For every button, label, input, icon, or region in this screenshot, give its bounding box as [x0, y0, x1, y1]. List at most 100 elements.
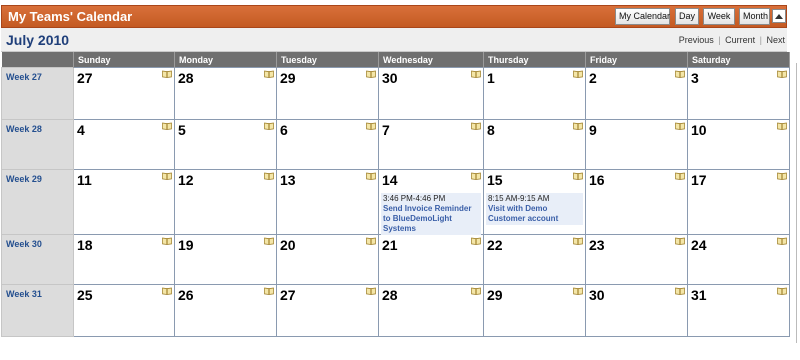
day-cell[interactable]: 17 [687, 169, 790, 235]
day-number[interactable]: 8 [487, 122, 495, 138]
book-icon[interactable] [366, 122, 376, 130]
book-icon[interactable] [675, 172, 685, 180]
book-icon[interactable] [777, 172, 787, 180]
day-cell[interactable]: 25 [73, 284, 175, 337]
chevron-up-icon[interactable] [772, 9, 786, 23]
week-link[interactable]: Week 29 [2, 170, 73, 184]
day-number[interactable]: 4 [77, 122, 85, 138]
book-icon[interactable] [366, 237, 376, 245]
event-title-link[interactable]: Visit with Demo Customer account [488, 204, 581, 224]
book-icon[interactable] [573, 172, 583, 180]
day-cell[interactable]: 31 [687, 284, 790, 337]
day-number[interactable]: 20 [280, 237, 296, 253]
day-number[interactable]: 3 [691, 70, 699, 86]
day-number[interactable]: 1 [487, 70, 495, 86]
day-cell[interactable]: 28 [174, 67, 277, 120]
book-icon[interactable] [366, 287, 376, 295]
day-cell[interactable]: 3 [687, 67, 790, 120]
day-number[interactable]: 28 [382, 287, 398, 303]
day-cell[interactable]: 30 [378, 67, 484, 120]
day-cell[interactable]: 22 [483, 234, 586, 285]
book-icon[interactable] [573, 70, 583, 78]
current-link[interactable]: Current [725, 35, 755, 45]
day-cell[interactable]: 29 [483, 284, 586, 337]
day-number[interactable]: 11 [77, 172, 92, 188]
day-cell[interactable]: 28 [378, 284, 484, 337]
week-link[interactable]: Week 31 [2, 285, 73, 299]
calendar-event[interactable]: 8:15 AM-9:15 AM Visit with Demo Customer … [486, 193, 583, 225]
day-number[interactable]: 25 [77, 287, 93, 303]
day-number[interactable]: 10 [691, 122, 707, 138]
month-view-button[interactable]: Month [739, 8, 770, 25]
day-cell[interactable]: 8 [483, 119, 586, 170]
week-view-button[interactable]: Week [703, 8, 735, 25]
day-number[interactable]: 14 [382, 172, 398, 188]
book-icon[interactable] [471, 70, 481, 78]
book-icon[interactable] [162, 70, 172, 78]
day-number[interactable]: 26 [178, 287, 194, 303]
day-number[interactable]: 27 [280, 287, 296, 303]
book-icon[interactable] [366, 172, 376, 180]
day-number[interactable]: 28 [178, 70, 194, 86]
day-cell[interactable]: 1 [483, 67, 586, 120]
day-cell[interactable]: 11 [73, 169, 175, 235]
day-cell[interactable]: 12 [174, 169, 277, 235]
day-number[interactable]: 22 [487, 237, 503, 253]
book-icon[interactable] [264, 172, 274, 180]
day-number[interactable]: 13 [280, 172, 296, 188]
day-number[interactable]: 21 [382, 237, 398, 253]
book-icon[interactable] [573, 122, 583, 130]
day-number[interactable]: 19 [178, 237, 194, 253]
day-cell[interactable]: 14 3:46 PM-4:46 PM Send Invoice Reminder t… [378, 169, 484, 235]
book-icon[interactable] [471, 172, 481, 180]
book-icon[interactable] [573, 287, 583, 295]
day-number[interactable]: 23 [589, 237, 605, 253]
day-cell[interactable]: 24 [687, 234, 790, 285]
book-icon[interactable] [162, 237, 172, 245]
book-icon[interactable] [675, 70, 685, 78]
previous-link[interactable]: Previous [679, 35, 714, 45]
book-icon[interactable] [471, 122, 481, 130]
day-number[interactable]: 18 [77, 237, 93, 253]
book-icon[interactable] [675, 237, 685, 245]
day-cell[interactable]: 27 [276, 284, 379, 337]
calendar-event[interactable]: 3:46 PM-4:46 PM Send Invoice Reminder to … [381, 193, 481, 235]
day-number[interactable]: 31 [691, 287, 707, 303]
day-cell[interactable]: 19 [174, 234, 277, 285]
day-number[interactable]: 5 [178, 122, 186, 138]
day-cell[interactable]: 2 [585, 67, 688, 120]
book-icon[interactable] [777, 70, 787, 78]
book-icon[interactable] [777, 287, 787, 295]
book-icon[interactable] [471, 287, 481, 295]
week-link[interactable]: Week 27 [2, 68, 73, 82]
day-cell[interactable]: 15 8:15 AM-9:15 AM Visit with Demo Custome… [483, 169, 586, 235]
day-cell[interactable]: 21 [378, 234, 484, 285]
day-cell[interactable]: 13 [276, 169, 379, 235]
book-icon[interactable] [471, 237, 481, 245]
book-icon[interactable] [264, 287, 274, 295]
book-icon[interactable] [777, 237, 787, 245]
day-number[interactable]: 17 [691, 172, 707, 188]
day-cell[interactable]: 27 [73, 67, 175, 120]
event-title-link[interactable]: Send Invoice Reminder to BlueDemoLight S… [383, 204, 479, 234]
day-cell[interactable]: 16 [585, 169, 688, 235]
book-icon[interactable] [162, 122, 172, 130]
day-cell[interactable]: 26 [174, 284, 277, 337]
book-icon[interactable] [264, 237, 274, 245]
week-link[interactable]: Week 28 [2, 120, 73, 134]
book-icon[interactable] [366, 70, 376, 78]
day-number[interactable]: 6 [280, 122, 288, 138]
day-cell[interactable]: 20 [276, 234, 379, 285]
day-cell[interactable]: 10 [687, 119, 790, 170]
book-icon[interactable] [675, 287, 685, 295]
day-number[interactable]: 24 [691, 237, 707, 253]
day-cell[interactable]: 6 [276, 119, 379, 170]
book-icon[interactable] [573, 237, 583, 245]
book-icon[interactable] [162, 287, 172, 295]
book-icon[interactable] [264, 122, 274, 130]
book-icon[interactable] [162, 172, 172, 180]
my-calendar-button[interactable]: My Calendar [615, 8, 670, 25]
day-number[interactable]: 30 [589, 287, 605, 303]
day-cell[interactable]: 5 [174, 119, 277, 170]
day-cell[interactable]: 4 [73, 119, 175, 170]
